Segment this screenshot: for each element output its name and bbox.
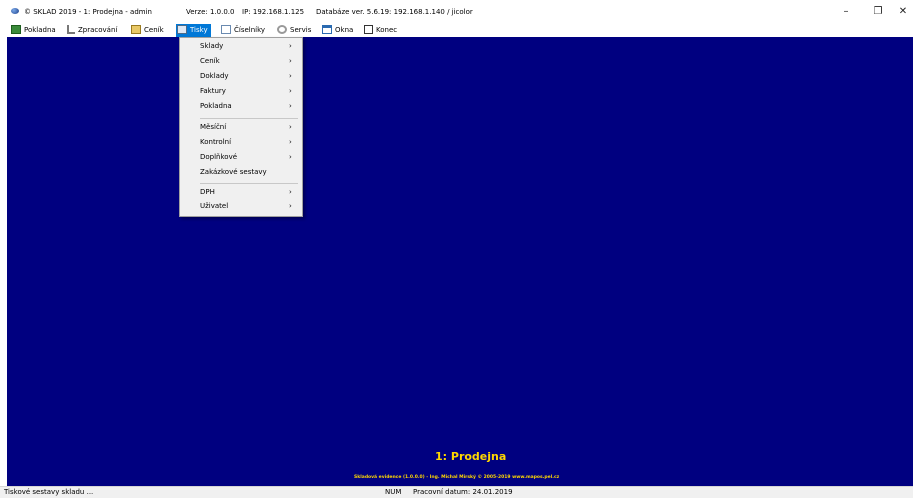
menu-tisky[interactable]: Tisky bbox=[176, 24, 211, 37]
exit-icon bbox=[364, 25, 373, 34]
menu-item-label: Kontrolní bbox=[200, 138, 232, 146]
menu-cenik-label: Ceník bbox=[144, 26, 164, 34]
windows-icon bbox=[322, 25, 332, 34]
processing-icon bbox=[67, 25, 75, 34]
menu-item-faktury[interactable]: Faktury › bbox=[180, 86, 302, 97]
submenu-arrow-icon: › bbox=[289, 42, 292, 50]
tisky-dropdown-menu: Sklady › Ceník › Doklady › Faktury › Pokladn… bbox=[179, 37, 303, 217]
restore-button[interactable]: ❐ bbox=[868, 4, 888, 20]
menu-pokladna-label: Pokladna bbox=[24, 26, 56, 34]
submenu-arrow-icon: › bbox=[289, 202, 292, 210]
version-label: Verze: 1.0.0.0 bbox=[186, 8, 235, 16]
menu-item-dph[interactable]: DPH › bbox=[180, 187, 302, 198]
menu-item-mesicni[interactable]: Měsíční › bbox=[180, 122, 302, 133]
menu-item-kontrolni[interactable]: Kontrolní › bbox=[180, 137, 302, 148]
menu-konec[interactable]: Konec bbox=[364, 24, 397, 37]
menu-item-label: Zakázkové sestavy bbox=[200, 168, 267, 176]
menu-item-label: Uživatel bbox=[200, 202, 229, 210]
menu-okna-label: Okna bbox=[335, 26, 354, 34]
desktop-footer: Skladová evidence (1.0.0.0) - Ing. Micha… bbox=[354, 475, 560, 480]
menu-okna[interactable]: Okna bbox=[322, 24, 353, 37]
status-hint: Tiskové sestavy skladu ... bbox=[4, 488, 94, 496]
submenu-arrow-icon: › bbox=[289, 57, 292, 65]
menu-item-label: DPH bbox=[200, 188, 215, 196]
minimize-button[interactable]: – bbox=[836, 4, 856, 20]
menu-pokladna[interactable]: Pokladna bbox=[11, 24, 56, 37]
desktop-title: 1: Prodejna bbox=[435, 450, 507, 463]
menu-item-zakazkove-sestavy[interactable]: Zakázkové sestavy bbox=[180, 167, 302, 178]
title-bar: © SKLAD 2019 - 1: Prodejna - admin Verze… bbox=[0, 0, 913, 24]
mdi-desktop bbox=[7, 37, 913, 486]
menu-cenik[interactable]: Ceník bbox=[131, 24, 164, 37]
menu-item-label: Měsíční bbox=[200, 123, 227, 131]
submenu-arrow-icon: › bbox=[289, 138, 292, 146]
menu-servis-label: Servis bbox=[290, 26, 312, 34]
submenu-arrow-icon: › bbox=[289, 102, 292, 110]
menu-item-sklady[interactable]: Sklady › bbox=[180, 41, 302, 52]
close-button[interactable]: ✕ bbox=[893, 4, 913, 20]
menu-separator bbox=[200, 118, 298, 119]
menu-servis[interactable]: Servis bbox=[277, 24, 311, 37]
menu-item-label: Doplňkové bbox=[200, 153, 238, 161]
status-num-indicator: NUM bbox=[385, 488, 402, 496]
codebook-icon bbox=[221, 25, 231, 34]
printer-icon bbox=[177, 25, 187, 34]
menu-item-label: Ceník bbox=[200, 57, 220, 65]
cash-register-icon bbox=[11, 25, 21, 34]
gear-icon bbox=[277, 25, 287, 34]
menu-zpracovani[interactable]: Zpracování bbox=[67, 24, 117, 37]
database-label: Databáze ver. 5.6.19: 192.168.1.140 / ji… bbox=[316, 8, 473, 16]
menu-item-doplnkove[interactable]: Doplňkové › bbox=[180, 152, 302, 163]
submenu-arrow-icon: › bbox=[289, 72, 292, 80]
menu-ciselniky-label: Číselníky bbox=[234, 26, 266, 34]
menu-bar: Pokladna Zpracování Ceník Tisky Číselník… bbox=[0, 24, 913, 37]
menu-item-pokladna[interactable]: Pokladna › bbox=[180, 101, 302, 112]
price-list-icon bbox=[131, 25, 141, 34]
app-logo-icon bbox=[11, 8, 19, 14]
menu-item-label: Faktury bbox=[200, 87, 226, 95]
menu-separator bbox=[200, 183, 298, 184]
app-title: © SKLAD 2019 - 1: Prodejna - admin bbox=[24, 8, 152, 16]
menu-tisky-label: Tisky bbox=[190, 26, 208, 34]
submenu-arrow-icon: › bbox=[289, 153, 292, 161]
menu-konec-label: Konec bbox=[376, 26, 398, 34]
ip-label: IP: 192.168.1.125 bbox=[242, 8, 305, 16]
status-work-date: Pracovní datum: 24.01.2019 bbox=[413, 488, 513, 496]
submenu-arrow-icon: › bbox=[289, 87, 292, 95]
menu-item-label: Pokladna bbox=[200, 102, 232, 110]
menu-item-label: Sklady bbox=[200, 42, 224, 50]
menu-item-label: Doklady bbox=[200, 72, 229, 80]
status-bar: Tiskové sestavy skladu ... NUM Pracovní … bbox=[0, 486, 913, 498]
menu-item-cenik[interactable]: Ceník › bbox=[180, 56, 302, 67]
submenu-arrow-icon: › bbox=[289, 123, 292, 131]
menu-ciselniky[interactable]: Číselníky bbox=[221, 24, 265, 37]
submenu-arrow-icon: › bbox=[289, 188, 292, 196]
menu-item-uzivatel[interactable]: Uživatel › bbox=[180, 201, 302, 212]
menu-item-doklady[interactable]: Doklady › bbox=[180, 71, 302, 82]
menu-zpracovani-label: Zpracování bbox=[78, 26, 118, 34]
